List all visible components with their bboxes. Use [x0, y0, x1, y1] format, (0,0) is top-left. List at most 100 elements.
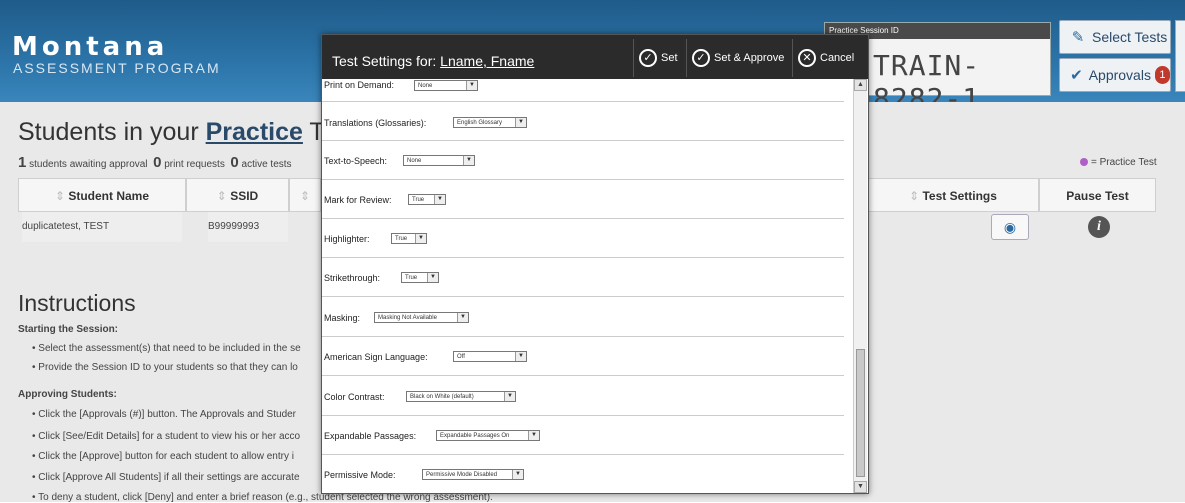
col-test-settings-label: Test Settings [922, 189, 997, 203]
active-label: active tests [241, 159, 292, 170]
select-value: Black on White (default) [410, 394, 474, 400]
dropdown-arrow-icon: ▼ [515, 118, 526, 127]
logo-title: Montana [12, 32, 169, 62]
dialog-title: Test Settings for: Lname, Fname [332, 53, 534, 69]
print-label: print requests [164, 159, 225, 170]
setting-label: Masking: [324, 313, 361, 323]
setting-row-text-to-speech: Text-to-Speech: None ▼ [322, 140, 844, 180]
instruction-item: • Select the assessment(s) that need to … [32, 343, 301, 354]
col-pause-test-label: Pause Test [1066, 189, 1129, 203]
refresh-button[interactable] [1175, 20, 1185, 92]
setting-label: Color Contrast: [324, 392, 385, 402]
select-value: None [407, 158, 422, 164]
col-test-settings[interactable]: ⇕ Test Settings [867, 178, 1039, 212]
select-value: None [418, 83, 433, 89]
page: Montana ASSESSMENT PROGRAM Practice Sess… [0, 0, 1185, 503]
instruction-item: • Provide the Session ID to your student… [32, 362, 298, 373]
color-contrast-select[interactable]: Black on White (default) ▼ [406, 391, 516, 402]
practice-legend: = Practice Test [1080, 157, 1157, 168]
setting-row-highlighter: Highlighter: True ▼ [322, 218, 844, 258]
instructions-heading: Starting the Session: [18, 324, 119, 335]
pencil-icon: ✎ [1071, 29, 1085, 46]
close-circle-icon: ✕ [798, 49, 816, 67]
eye-icon: ◉ [1003, 219, 1017, 235]
setting-row-print-on-demand: Print on Demand: None ▼ [322, 79, 844, 102]
dropdown-arrow-icon: ▼ [504, 392, 515, 401]
page-title-emphasis: Practice [205, 118, 303, 146]
approvals-button[interactable]: ✔ Approvals 1 [1059, 58, 1171, 92]
setting-label: Text-to-Speech: [324, 156, 388, 166]
instruction-item: • Click [See/Edit Details] for a student… [32, 431, 301, 442]
setting-row-masking: Masking: Masking Not Available ▼ [322, 296, 844, 337]
settings-list: Print on Demand: None ▼ Translations (Glo… [322, 79, 852, 493]
translations-select[interactable]: English Glossary ▼ [453, 117, 527, 128]
mark-for-review-select[interactable]: True ▼ [408, 194, 446, 205]
setting-row-permissive-mode: Permissive Mode: Permissive Mode Disable… [322, 454, 844, 493]
dropdown-arrow-icon: ▼ [515, 352, 526, 361]
print-count: 0 [153, 154, 162, 171]
select-tests-button[interactable]: ✎ Select Tests [1059, 20, 1171, 54]
dialog-scrollbar[interactable]: ▲ ▼ [853, 79, 867, 493]
view-settings-button[interactable]: ◉ [991, 214, 1029, 240]
select-value: True [405, 275, 418, 281]
page-title-prefix: Students in your [18, 118, 199, 146]
masking-select[interactable]: Masking Not Available ▼ [374, 312, 469, 323]
cancel-button[interactable]: ✕ Cancel [798, 46, 854, 70]
scroll-up-icon[interactable]: ▲ [854, 79, 867, 91]
set-button[interactable]: ✓ Set [639, 46, 678, 70]
setting-row-asl: American Sign Language: Off ▼ [322, 336, 844, 376]
dropdown-arrow-icon: ▼ [415, 234, 426, 243]
expandable-passages-select[interactable]: Expandable Passages On ▼ [436, 430, 540, 441]
dropdown-arrow-icon: ▼ [427, 273, 438, 282]
logo-subtitle: ASSESSMENT PROGRAM [13, 60, 221, 76]
select-value: Permissive Mode Disabled [426, 472, 498, 478]
col-pause-test: Pause Test [1039, 178, 1156, 212]
permissive-mode-select[interactable]: Permissive Mode Disabled ▼ [422, 469, 524, 480]
dialog-title-prefix: Test Settings for: [332, 53, 437, 69]
approvals-count-badge: 1 [1154, 66, 1170, 84]
set-and-approve-button[interactable]: ✓ Set & Approve [692, 46, 784, 70]
col-ssid[interactable]: ⇕ SSID [186, 178, 289, 212]
setting-row-strikethrough: Strikethrough: True ▼ [322, 257, 844, 297]
scrollbar-thumb[interactable] [856, 349, 865, 477]
instruction-item: • Click the [Approvals (#)] button. The … [32, 409, 297, 420]
dialog-student-name: Lname, Fname [440, 53, 535, 69]
sort-icon: ⇕ [54, 189, 69, 203]
col-student-name[interactable]: ⇕ Student Name [18, 178, 186, 212]
setting-label: Print on Demand: [324, 80, 395, 90]
select-value: Off [457, 354, 465, 360]
setting-label: Expandable Passages: [324, 431, 417, 441]
highlighter-select[interactable]: True ▼ [391, 233, 427, 244]
info-icon[interactable]: i [1088, 216, 1110, 238]
set-label: Set [661, 52, 678, 64]
text-to-speech-select[interactable]: None ▼ [403, 155, 475, 166]
divider [792, 39, 793, 77]
setting-row-expandable-passages: Expandable Passages: Expandable Passages… [322, 415, 844, 455]
divider [686, 39, 687, 77]
instructions-title: Instructions [18, 290, 136, 316]
setting-label: Strikethrough: [324, 273, 381, 283]
select-value: Masking Not Available [378, 315, 437, 321]
instructions-heading: Approving Students: [18, 389, 117, 400]
strikethrough-select[interactable]: True ▼ [401, 272, 439, 283]
setting-row-mark-for-review: Mark for Review: True ▼ [322, 179, 844, 219]
print-on-demand-select[interactable]: None ▼ [414, 80, 478, 91]
check-circle-icon: ✓ [692, 49, 710, 67]
setting-row-translations: Translations (Glossaries): English Gloss… [322, 101, 844, 141]
dropdown-arrow-icon: ▼ [463, 156, 474, 165]
awaiting-label: students awaiting approval [29, 159, 148, 170]
cancel-label: Cancel [820, 52, 855, 64]
asl-select[interactable]: Off ▼ [453, 351, 527, 362]
check-icon: ✔ [1070, 67, 1083, 84]
setting-label: Permissive Mode: [324, 470, 396, 480]
select-value: True [412, 197, 425, 203]
sort-icon: ⇕ [299, 189, 311, 203]
col-hidden[interactable]: ⇕ [289, 178, 321, 212]
scroll-down-icon[interactable]: ▼ [854, 481, 867, 493]
test-settings-dialog: Test Settings for: Lname, Fname ✓ Set ✓ … [321, 34, 869, 494]
select-value: Expandable Passages On [440, 433, 510, 439]
setting-row-color-contrast: Color Contrast: Black on White (default)… [322, 375, 844, 416]
col-student-name-label: Student Name [68, 189, 150, 203]
setting-label: Mark for Review: [324, 195, 392, 205]
active-count: 0 [230, 154, 239, 171]
